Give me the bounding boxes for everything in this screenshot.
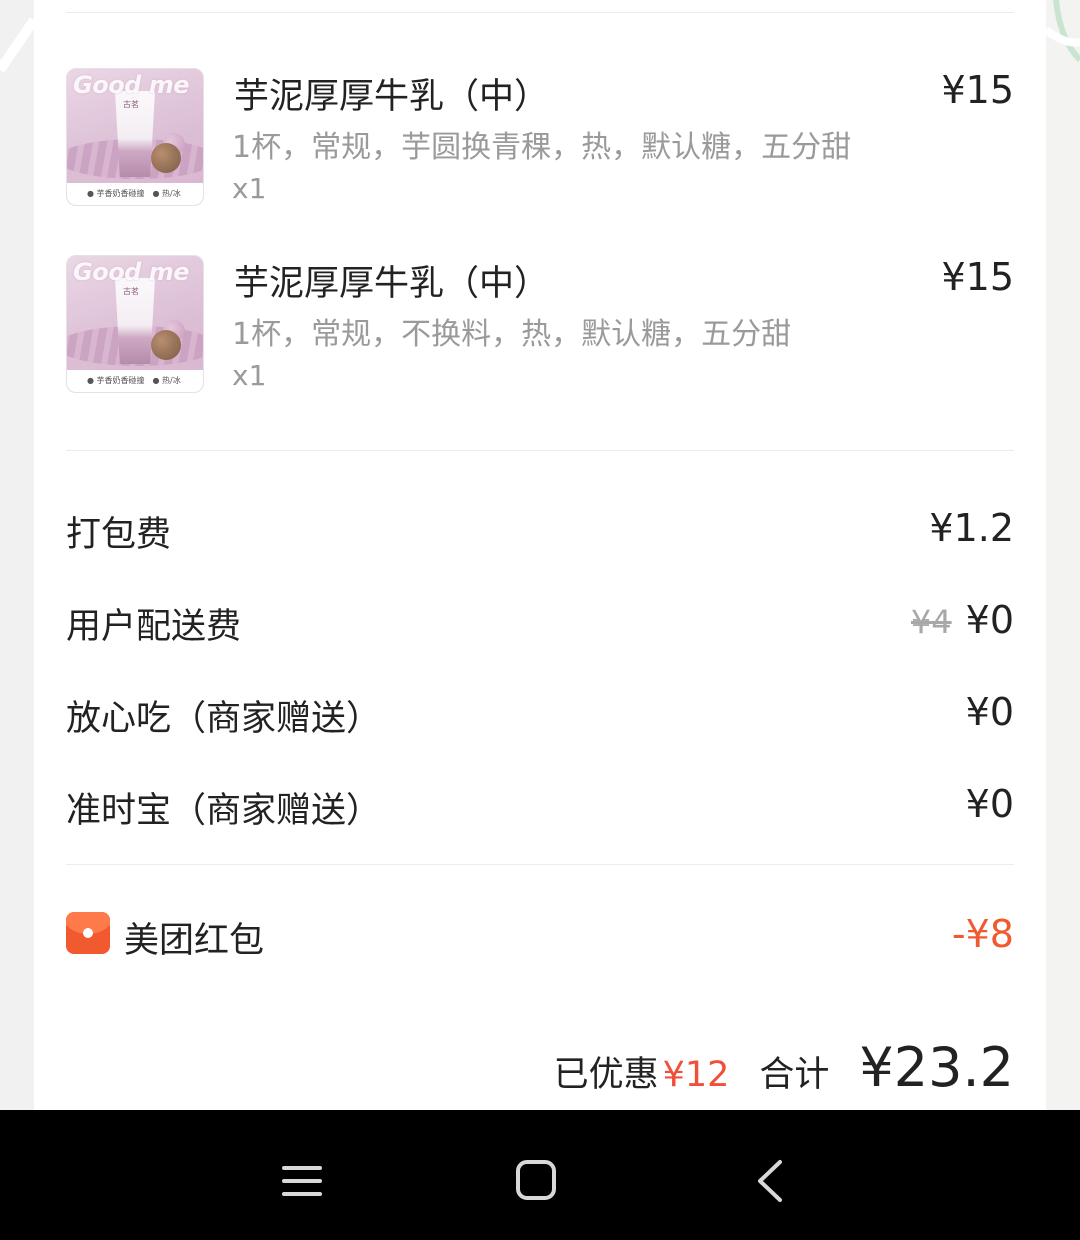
divider	[66, 12, 1014, 13]
delivery-fee-original: ¥4	[910, 603, 952, 641]
safe-eat-value: ¥0	[965, 690, 1014, 734]
item-price: ¥15	[941, 255, 1014, 299]
delivery-fee-label: 用户配送费	[66, 607, 242, 647]
packing-fee-value: ¥1.2	[929, 506, 1014, 550]
delivery-fee-value: ¥0	[965, 598, 1014, 642]
system-navigation-bar	[0, 1110, 1080, 1240]
total-label: 合计	[759, 1055, 830, 1095]
saved-label: 已优惠	[553, 1055, 659, 1095]
product-image-caption: ● 芋香奶香碰撞 ● 热/冰	[67, 183, 203, 205]
product-image: 古茗 Good me ● 芋香奶香碰撞 ● 热/冰	[66, 255, 204, 393]
safe-eat-row[interactable]: 放心吃（商家赠送） ¥0	[66, 690, 1014, 740]
red-envelope-icon	[66, 912, 110, 954]
item-spec: 1杯，常规，不换料，热，默认糖，五分甜	[232, 317, 792, 352]
map-background-left	[0, 0, 34, 1110]
divider	[66, 864, 1014, 865]
divider	[66, 450, 1014, 451]
order-summary: 已优惠 ¥12 合计 ¥23.2	[554, 1036, 1014, 1106]
on-time-row[interactable]: 准时宝（商家赠送） ¥0	[66, 782, 1014, 832]
product-image: 古茗 Good me ● 芋香奶香碰撞 ● 热/冰	[66, 68, 204, 206]
order-item[interactable]: 古茗 Good me ● 芋香奶香碰撞 ● 热/冰 芋泥厚厚牛乳（中） 1杯，常…	[66, 68, 1014, 218]
menu-icon[interactable]	[272, 1150, 332, 1210]
product-image-brand: Good me	[73, 258, 190, 286]
red-packet-value: -¥8	[951, 912, 1014, 956]
cup-brand-text: 古茗	[123, 100, 139, 109]
cup-brand-text: 古茗	[123, 287, 139, 296]
item-name: 芋泥厚厚牛乳（中）	[234, 264, 550, 304]
home-icon[interactable]	[506, 1150, 566, 1210]
order-card: 古茗 Good me ● 芋香奶香碰撞 ● 热/冰 芋泥厚厚牛乳（中） 1杯，常…	[34, 0, 1046, 1110]
on-time-value: ¥0	[965, 782, 1014, 826]
safe-eat-label: 放心吃（商家赠送）	[66, 699, 382, 739]
delivery-fee-value-group: ¥4 ¥0	[911, 598, 1014, 642]
product-image-caption: ● 芋香奶香碰撞 ● 热/冰	[67, 370, 203, 392]
item-name: 芋泥厚厚牛乳（中）	[234, 77, 550, 117]
item-quantity: x1	[232, 172, 267, 205]
back-icon[interactable]	[740, 1150, 800, 1210]
delivery-fee-row: 用户配送费 ¥4 ¥0	[66, 598, 1014, 648]
red-packet-row[interactable]: 美团红包 -¥8	[66, 910, 1014, 964]
packing-fee-label: 打包费	[66, 515, 172, 555]
product-image-brand: Good me	[73, 71, 190, 99]
on-time-label: 准时宝（商家赠送）	[66, 791, 382, 831]
packing-fee-row: 打包费 ¥1.2	[66, 506, 1014, 556]
item-spec: 1杯，常规，芋圆换青稞，热，默认糖，五分甜	[232, 130, 852, 165]
item-quantity: x1	[232, 359, 267, 392]
total-value: ¥23.2	[859, 1036, 1014, 1099]
red-packet-label: 美团红包	[124, 921, 265, 961]
order-detail-screen: 古茗 Good me ● 芋香奶香碰撞 ● 热/冰 芋泥厚厚牛乳（中） 1杯，常…	[0, 0, 1080, 1240]
map-background-right	[1046, 0, 1080, 1110]
saved-value: ¥12	[662, 1055, 730, 1095]
order-item[interactable]: 古茗 Good me ● 芋香奶香碰撞 ● 热/冰 芋泥厚厚牛乳（中） 1杯，常…	[66, 255, 1014, 405]
item-price: ¥15	[941, 68, 1014, 112]
